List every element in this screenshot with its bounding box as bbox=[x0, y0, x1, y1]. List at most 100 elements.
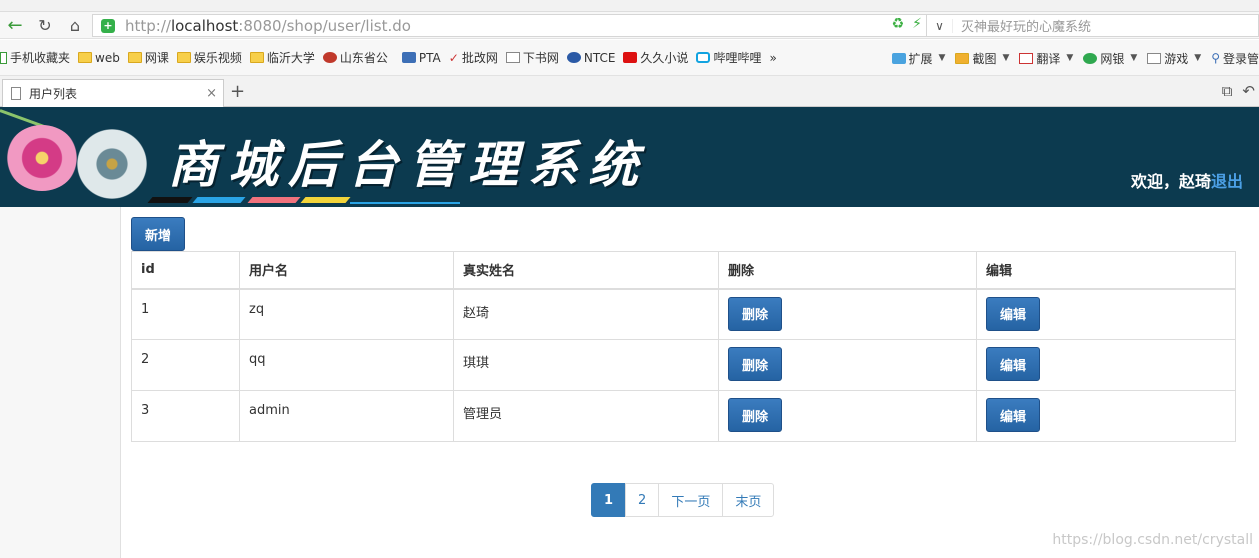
logout-link[interactable]: 退出 bbox=[1211, 172, 1243, 191]
translate-button[interactable]: 翻译 ▼ bbox=[1019, 50, 1073, 67]
tab-bar: 用户列表 × + ⧉ ↶ bbox=[0, 76, 1259, 107]
decor-stripe bbox=[247, 197, 301, 203]
globe-icon bbox=[566, 52, 581, 63]
bookmark-item[interactable]: 娱乐视频 bbox=[176, 49, 242, 66]
welcome-text: 欢迎，赵琦退出 bbox=[1130, 172, 1243, 191]
table-header-row: id 用户名 真实姓名 删除 编辑 bbox=[131, 251, 1236, 290]
gamepad-icon bbox=[1147, 52, 1162, 64]
url-input[interactable]: + http://localhost:8080/shop/user/list.d… bbox=[92, 14, 927, 37]
search-placeholder: 灭神最好玩的心魔系统 bbox=[961, 20, 1092, 35]
bookmark-item[interactable]: 久久小说 bbox=[623, 49, 688, 66]
folder-icon bbox=[249, 52, 264, 63]
page-2-link[interactable]: 2 bbox=[625, 483, 660, 517]
lightning-icon[interactable]: ⚡ bbox=[912, 16, 922, 32]
screenshot-button[interactable]: 截图 ▼ bbox=[955, 50, 1009, 67]
edit-button[interactable]: 编辑 bbox=[986, 398, 1040, 432]
delete-button[interactable]: 删除 bbox=[728, 398, 782, 432]
bookmark-item[interactable]: 网课 bbox=[127, 49, 169, 66]
delete-button[interactable]: 删除 bbox=[728, 296, 782, 331]
secure-shield-icon: + bbox=[101, 18, 115, 33]
folder-icon bbox=[78, 52, 93, 63]
folder-icon bbox=[127, 52, 142, 63]
chevron-down-icon: ▼ bbox=[938, 53, 946, 63]
games-button[interactable]: 游戏 ▼ bbox=[1147, 50, 1201, 67]
decor-stripe bbox=[147, 197, 193, 203]
decor-stripe bbox=[300, 197, 351, 203]
recycle-icon[interactable]: ♻ bbox=[892, 16, 905, 32]
bookmark-item[interactable]: 下书网 bbox=[505, 49, 559, 66]
bookmarks-right-tools: 扩展 ▼ 截图 ▼ 翻译 ▼ 网银 ▼ 游戏 ▼ ⚲ 登录管 bbox=[885, 40, 1259, 75]
extensions-button[interactable]: 扩展 ▼ bbox=[891, 50, 946, 67]
cell-realname: 管理员 bbox=[453, 390, 719, 442]
chevron-down-icon: ▼ bbox=[1130, 53, 1138, 63]
edit-button[interactable]: 编辑 bbox=[986, 347, 1040, 381]
bookmark-item[interactable]: web bbox=[78, 51, 120, 65]
tab-title: 用户列表 bbox=[29, 87, 78, 101]
edit-button[interactable]: 编辑 bbox=[986, 296, 1040, 331]
cell-realname: 赵琦 bbox=[453, 288, 719, 340]
bookmark-item[interactable]: ✓ 批改网 bbox=[449, 49, 498, 66]
bookmarks-bar: 手机收藏夹 web 网课 娱乐视频 临沂大学 山东省公 PTA ✓ 批改网 下书网… bbox=[0, 40, 1259, 76]
phone-icon bbox=[0, 51, 7, 64]
delete-button[interactable]: 删除 bbox=[728, 347, 782, 381]
bookmark-item[interactable]: 手机收藏夹 bbox=[0, 49, 70, 66]
cell-username: qq bbox=[239, 339, 454, 391]
bank-button[interactable]: 网银 ▼ bbox=[1083, 50, 1137, 67]
url-text: http://localhost:8080/shop/user/list.do bbox=[125, 16, 411, 35]
refresh-icon[interactable]: ↻ bbox=[30, 12, 60, 39]
column-header-username: 用户名 bbox=[239, 251, 454, 290]
decor-line bbox=[350, 202, 460, 204]
watermark: https://blog.csdn.net/crystall bbox=[1052, 532, 1253, 548]
tab-user-list[interactable]: 用户列表 × bbox=[2, 79, 224, 107]
close-icon[interactable]: × bbox=[206, 86, 217, 101]
page-1-link[interactable]: 1 bbox=[591, 483, 627, 517]
bookmark-item[interactable]: 临沂大学 bbox=[249, 49, 315, 66]
new-tab-button[interactable]: + bbox=[230, 81, 245, 102]
bookmark-item[interactable]: PTA bbox=[401, 51, 441, 65]
column-header-delete: 删除 bbox=[718, 251, 977, 290]
cell-realname: 琪琪 bbox=[453, 339, 719, 391]
scissors-icon bbox=[955, 52, 970, 64]
user-table: id 用户名 真实姓名 删除 编辑 1 zq 赵琦 删除 编辑 2 qq 琪琪 … bbox=[131, 251, 1236, 442]
login-manager-button[interactable]: ⚲ 登录管 bbox=[1211, 50, 1259, 67]
column-header-edit: 编辑 bbox=[976, 251, 1236, 290]
home-icon[interactable]: ⌂ bbox=[60, 12, 90, 39]
add-user-button[interactable]: 新增 bbox=[131, 217, 185, 251]
folder-icon bbox=[176, 52, 191, 63]
cell-id: 2 bbox=[131, 339, 240, 391]
table-row: 3 admin 管理员 删除 编辑 bbox=[131, 390, 1236, 442]
chevron-down-icon: ▼ bbox=[1002, 53, 1010, 63]
bookmark-item[interactable]: NTCE bbox=[566, 51, 615, 65]
bookmark-item[interactable]: 山东省公 bbox=[322, 49, 388, 66]
window-top-strip bbox=[0, 0, 1259, 12]
bookmarks-more[interactable]: » bbox=[769, 51, 776, 65]
next-page-link[interactable]: 下一页 bbox=[658, 483, 724, 517]
bilibili-icon bbox=[696, 52, 711, 63]
jiujiu-icon bbox=[623, 52, 638, 63]
search-input[interactable]: ∨ 灭神最好玩的心魔系统 bbox=[926, 14, 1259, 37]
left-sidebar bbox=[0, 207, 121, 558]
address-bar: ← ↻ ⌂ + http://localhost:8080/shop/user/… bbox=[0, 12, 1259, 39]
table-row: 2 qq 琪琪 删除 编辑 bbox=[131, 339, 1236, 391]
last-page-link[interactable]: 末页 bbox=[722, 483, 775, 517]
table-row: 1 zq 赵琦 删除 编辑 bbox=[131, 288, 1236, 340]
undo-icon[interactable]: ↶ bbox=[1242, 82, 1255, 100]
bookmark-item[interactable]: 哔哩哔哩 bbox=[696, 49, 761, 66]
emblem-icon bbox=[322, 52, 337, 63]
extensions-icon bbox=[891, 52, 906, 64]
book-icon bbox=[505, 52, 520, 63]
restore-tabs-icon[interactable]: ⧉ bbox=[1222, 82, 1233, 100]
site-title: 商城后台管理系统 bbox=[168, 135, 648, 194]
chevron-down-icon: ▼ bbox=[1194, 53, 1202, 63]
check-icon: ✓ bbox=[448, 50, 459, 65]
site-header: 商城后台管理系统 欢迎，赵琦退出 bbox=[0, 107, 1259, 207]
chevron-down-icon[interactable]: ∨ bbox=[927, 18, 953, 33]
translate-icon bbox=[1019, 52, 1034, 64]
white-flower-image bbox=[76, 129, 148, 199]
pta-icon bbox=[401, 52, 416, 63]
cell-id: 1 bbox=[131, 288, 240, 340]
key-icon: ⚲ bbox=[1211, 51, 1220, 65]
back-arrow-icon[interactable]: ← bbox=[0, 12, 30, 39]
cell-username: zq bbox=[239, 288, 454, 340]
column-header-realname: 真实姓名 bbox=[453, 251, 719, 290]
